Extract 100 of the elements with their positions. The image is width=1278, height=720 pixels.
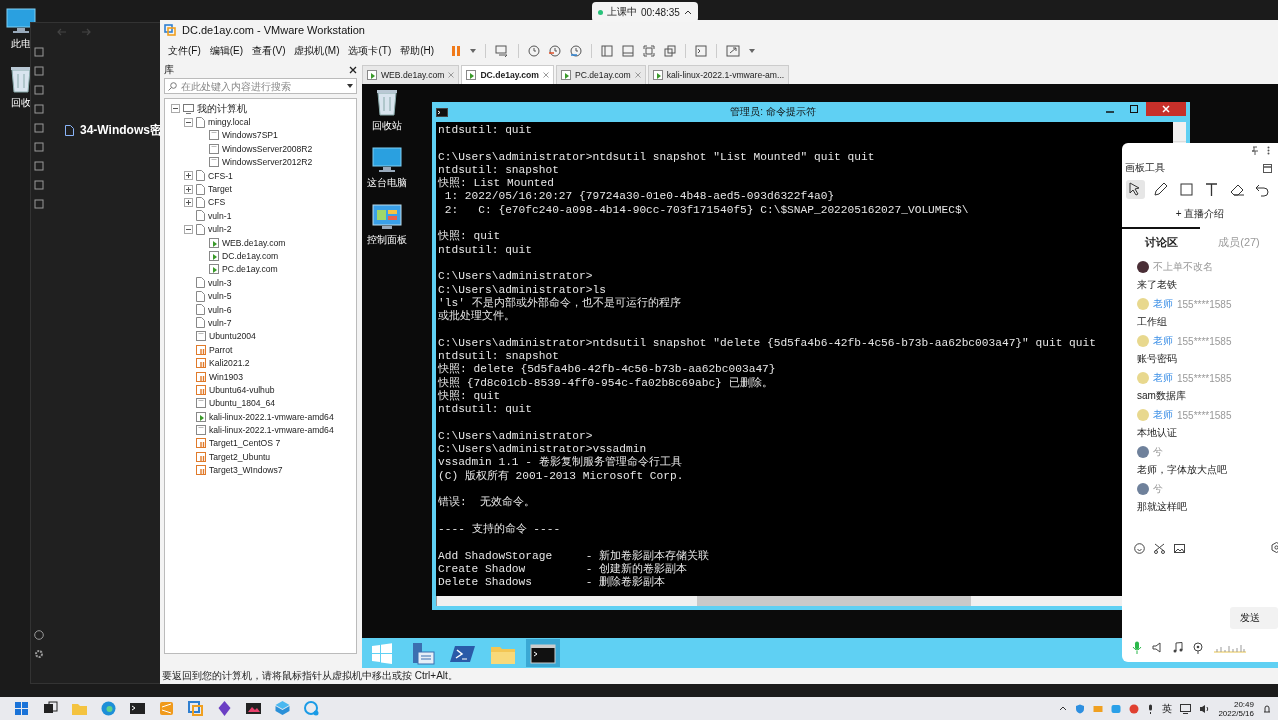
desktop-icon-label[interactable]: 控制面板	[367, 233, 407, 247]
more-icon[interactable]	[1267, 146, 1270, 155]
desktop-icon-label[interactable]: 回收	[11, 96, 31, 110]
tree-item[interactable]: Target3_WIndows7	[209, 465, 283, 476]
browser-icon[interactable]	[100, 700, 117, 717]
close-button[interactable]	[1146, 102, 1186, 116]
tree-item[interactable]: WindowsServer2008R2	[222, 143, 313, 154]
caret-icon[interactable]	[347, 84, 353, 88]
tree-item[interactable]: vuln-1	[208, 210, 232, 221]
menu-item[interactable]: 文件(F)	[168, 44, 201, 58]
pause-icon[interactable]	[451, 45, 462, 57]
tree-item[interactable]: Kali2021.2	[209, 358, 250, 369]
tree-item[interactable]: 我的计算机	[197, 101, 247, 116]
volume-icon[interactable]	[1199, 703, 1211, 714]
terminal-line: C:\Users\administrator>ntdsutil snapshot "delete {5d5fa4b6-42fb-4c56-b73b-aa62bc003a47}" quit quit	[438, 336, 1096, 351]
shield-icon[interactable]	[1075, 703, 1086, 714]
vm-tab[interactable]: PC.de1ay.com	[555, 65, 646, 84]
tree-item[interactable]: Target2_Ubuntu	[209, 451, 271, 462]
tree-item[interactable]: Target	[208, 184, 232, 195]
window-icon[interactable]	[1263, 163, 1272, 173]
clock[interactable]: 20:49 2022/5/16	[1218, 699, 1254, 718]
tree-item[interactable]: Windows7SP1	[222, 130, 278, 141]
search-field[interactable]: 在此处键入内容进行搜索	[164, 78, 357, 94]
desktop-icon-label[interactable]: 这台电脑	[367, 176, 407, 190]
tree-item[interactable]: kali-linux-2022.1-vmware-amd64	[209, 425, 334, 436]
class-timer[interactable]: 上课中 00:48:35	[592, 2, 698, 22]
clock-icon[interactable]	[528, 45, 541, 57]
emoji-icon[interactable]	[1134, 542, 1145, 554]
pin-icon[interactable]	[1251, 146, 1259, 155]
chat-bubble-icon[interactable]	[303, 700, 320, 717]
vm-tab[interactable]: kali-linux-2022.1-vmware-am...	[647, 65, 790, 84]
collapse-toggle[interactable]	[184, 224, 193, 234]
tree-item[interactable]: vuln-2	[208, 224, 232, 235]
scissors-icon[interactable]	[1154, 542, 1165, 554]
tree-item[interactable]: CFS	[208, 197, 226, 208]
start-icon[interactable]	[13, 700, 30, 717]
vm-tab[interactable]: WEB.de1ay.com	[362, 65, 460, 84]
tree-item[interactable]: Ubuntu64-vulhub	[209, 384, 275, 395]
tree-item[interactable]: vuln-6	[208, 304, 232, 315]
full-screen-icon[interactable]	[643, 45, 656, 57]
chevron-up-icon[interactable]	[1059, 706, 1068, 711]
help-icon[interactable]	[34, 630, 44, 640]
vm-app-icon[interactable]	[187, 700, 204, 717]
menu-item[interactable]: 帮助(H)	[400, 44, 435, 58]
expand-toggle[interactable]	[184, 171, 193, 181]
user-name: 155****1585	[1177, 298, 1232, 310]
tree-item[interactable]: DC.de1ay.com	[222, 251, 279, 261]
chat-message: 来了老铁	[1137, 278, 1178, 292]
send-button[interactable]: 发送	[1230, 607, 1278, 629]
sidebar-view-icon[interactable]	[601, 45, 614, 57]
expand-toggle[interactable]	[184, 197, 193, 207]
expand-toggle[interactable]	[184, 184, 193, 194]
tray-app-icon[interactable]	[1129, 703, 1140, 714]
tree-item[interactable]: Target1_CentOS 7	[209, 438, 281, 449]
tree-item[interactable]: Parrot	[209, 344, 233, 355]
tree-item[interactable]: vuln-3	[208, 277, 232, 288]
manage-clock-icon[interactable]	[570, 45, 583, 57]
tree-item[interactable]: Ubuntu_1804_64	[209, 398, 275, 409]
desktop-icon-label[interactable]: 回收站	[372, 119, 402, 133]
close-icon[interactable]	[349, 66, 357, 74]
notification-icon[interactable]	[1262, 703, 1272, 714]
vm-tab[interactable]: DC.de1ay.com	[461, 65, 554, 84]
tree-item[interactable]: CFS-1	[208, 170, 233, 181]
live-intro-link[interactable]: + 直播介绍	[1122, 199, 1278, 223]
tree-item[interactable]: Win1903	[209, 371, 243, 382]
collapse-toggle[interactable]	[184, 117, 193, 127]
revert-clock-icon[interactable]	[549, 45, 562, 57]
gem-icon[interactable]	[216, 700, 233, 717]
network-icon[interactable]	[1180, 703, 1192, 714]
console-icon[interactable]	[695, 45, 708, 57]
tree-item[interactable]: kali-linux-2022.1-vmware-amd64	[209, 411, 334, 422]
music-icon[interactable]	[1173, 642, 1183, 653]
tree-item[interactable]: mingy.local	[208, 117, 251, 128]
settings-icon[interactable]	[34, 649, 44, 659]
chat-tab[interactable]: 讨论区	[1122, 227, 1200, 254]
cursor-icon[interactable]	[1126, 180, 1145, 199]
input-method-indicator[interactable]: 英	[1162, 701, 1173, 716]
speaker-icon[interactable]	[1152, 642, 1163, 653]
cmd-taskbar-button[interactable]	[526, 639, 560, 667]
collapse-toggle[interactable]	[171, 104, 180, 114]
box-icon[interactable]	[274, 700, 291, 717]
menu-item[interactable]: 选项卡(T)	[348, 44, 392, 58]
tree-item[interactable]: Ubuntu2004	[209, 331, 256, 342]
location-icon[interactable]	[1193, 641, 1203, 654]
menu-item[interactable]: 虚拟机(M)	[294, 44, 340, 58]
picture-icon[interactable]	[245, 700, 262, 717]
tree-item[interactable]: vuln-7	[208, 317, 232, 328]
tree-item[interactable]: vuln-5	[208, 291, 232, 302]
image-icon[interactable]	[1174, 542, 1185, 554]
tree-item[interactable]: WindowsServer2012R2	[222, 157, 313, 168]
tree-item[interactable]: WEB.de1ay.com	[222, 237, 286, 248]
menu-item[interactable]: 查看(V)	[252, 44, 286, 58]
cloud-icon[interactable]	[1111, 703, 1122, 714]
thumbnail-view-icon[interactable]	[622, 45, 635, 57]
menu-item[interactable]: 编辑(E)	[209, 44, 244, 58]
stretch-icon[interactable]	[726, 45, 741, 57]
tree-item[interactable]: PC.de1ay.com	[222, 264, 278, 275]
terminal-icon[interactable]	[129, 700, 146, 717]
unity-icon[interactable]	[664, 45, 677, 57]
send-keys-icon[interactable]	[495, 45, 510, 57]
